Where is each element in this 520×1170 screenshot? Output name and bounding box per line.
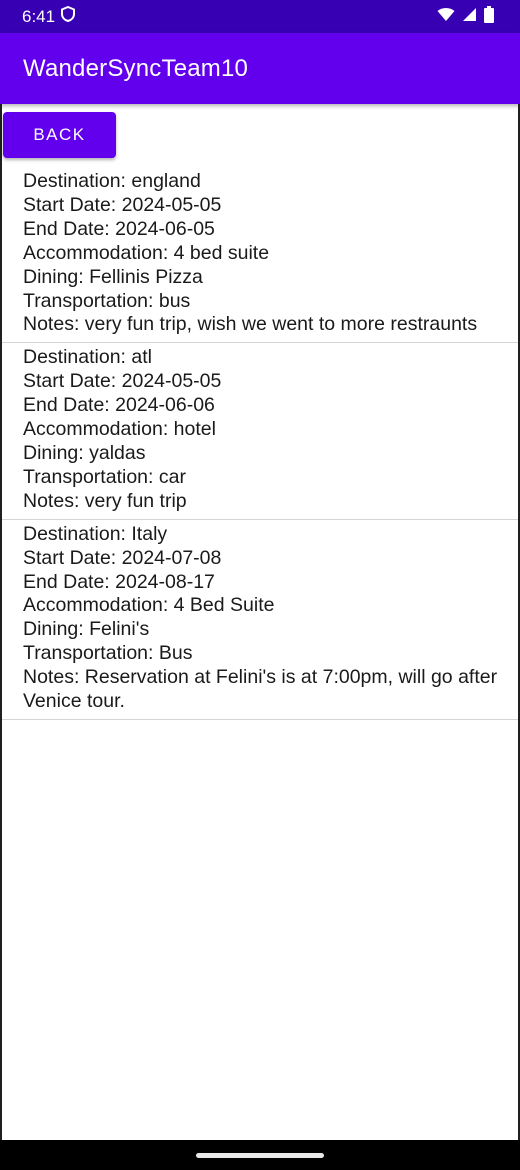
app-bar: WanderSyncTeam10 <box>0 33 520 104</box>
battery-icon <box>484 5 494 28</box>
trip-destination: Destination: Italy <box>23 522 168 545</box>
trip-transportation: Transportation: bus <box>23 289 191 312</box>
wifi-icon <box>437 7 455 27</box>
status-right <box>437 5 494 28</box>
trip-start-date: Start Date: 2024-05-05 <box>23 370 222 393</box>
home-gesture-handle[interactable] <box>196 1153 324 1158</box>
trip-accommodation: Accommodation: 4 bed suite <box>23 241 270 264</box>
status-bar: 6:41 <box>0 0 520 33</box>
trip-end-date: End Date: 2024-08-17 <box>23 570 215 593</box>
back-button[interactable]: BACK <box>3 112 116 158</box>
trip-start-date: Start Date: 2024-05-05 <box>23 193 222 216</box>
trip-transportation: Transportation: car <box>23 465 186 488</box>
trip-notes: Notes: Reservation at Felini's is at 7:0… <box>23 666 498 713</box>
trip-item[interactable]: Destination: Italy Start Date: 2024-07-0… <box>2 520 518 720</box>
trip-dining: Dining: Fellinis Pizza <box>23 265 203 288</box>
trip-accommodation: Accommodation: hotel <box>23 418 216 441</box>
trip-notes: Notes: very fun trip <box>23 489 187 512</box>
trip-end-date: End Date: 2024-06-06 <box>23 394 215 417</box>
trip-dining: Dining: Felini's <box>23 618 150 641</box>
navigation-bar <box>0 1140 520 1170</box>
shield-icon <box>61 5 76 27</box>
trip-accommodation: Accommodation: 4 Bed Suite <box>23 594 275 617</box>
app-title: WanderSyncTeam10 <box>23 54 249 82</box>
signal-icon <box>462 7 477 27</box>
trip-item[interactable]: Destination: atl Start Date: 2024-05-05 … <box>2 343 518 520</box>
trip-item[interactable]: Destination: england Start Date: 2024-05… <box>2 167 518 344</box>
trip-end-date: End Date: 2024-06-05 <box>23 217 215 240</box>
trip-start-date: Start Date: 2024-07-08 <box>23 546 222 569</box>
status-time: 6:41 <box>22 6 56 26</box>
trip-transportation: Transportation: Bus <box>23 642 193 665</box>
trip-dining: Dining: yaldas <box>23 441 146 464</box>
trip-notes: Notes: very fun trip, wish we went to mo… <box>23 313 478 336</box>
trip-destination: Destination: atl <box>23 346 152 369</box>
trip-destination: Destination: england <box>23 170 201 192</box>
status-left: 6:41 <box>22 5 76 27</box>
trip-list[interactable]: Destination: england Start Date: 2024-05… <box>2 167 518 720</box>
main-content: BACK Destination: england Start Date: 20… <box>0 104 520 1140</box>
